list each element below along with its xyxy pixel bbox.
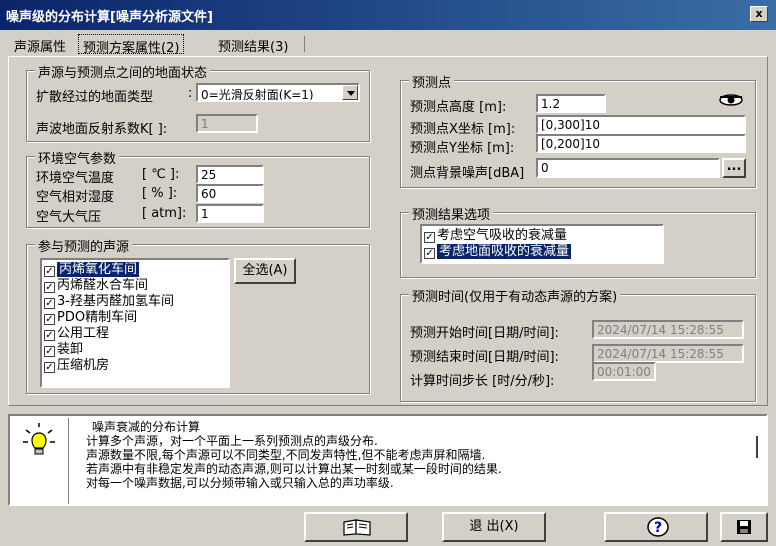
pressure-label: 空气大气压 xyxy=(36,210,102,225)
sources-list[interactable]: ✓ 丙烯氧化车间 ✓ 丙烯醛水合车间 ✓ 3-羟基丙醛加氢车间 ✓ PDO精制车间 ✓ 公… xyxy=(40,258,230,388)
title-bar: 噪声级的分布计算[噪声分析源文件] x xyxy=(0,0,776,30)
end-time-label: 预测结束时间[日期/时间]: xyxy=(410,350,559,365)
point-height-label: 预测点高度 [m]: xyxy=(410,100,507,115)
humidity-unit: [ % ]: xyxy=(142,186,178,201)
background-noise-label: 测点背景噪声[dBA] xyxy=(410,166,525,181)
list-item[interactable]: ✓ 考虑空气吸收的衰减量 xyxy=(422,228,662,244)
checkbox-icon[interactable]: ✓ xyxy=(44,266,55,277)
time-group-title: 预测时间(仅用于有动态声源的方案) xyxy=(409,286,621,305)
ground-group-title: 声源与预测点之间的地面状态 xyxy=(35,62,211,81)
air-group-title: 环境空气参数 xyxy=(35,148,120,167)
select-all-button[interactable]: 全选(A) xyxy=(234,258,296,284)
info-panel: 噪声衰减的分布计算 计算多个声源，对一个平面上一系列预测点的声级分布. 声源数量… xyxy=(8,414,768,506)
ground-type-value: 0=光滑反射面(K=1) xyxy=(201,88,314,102)
start-time-label: 预测开始时间[日期/时间]: xyxy=(410,326,559,341)
checkbox-icon[interactable]: ✓ xyxy=(44,346,55,357)
temp-label: 环境空气温度 xyxy=(36,171,115,186)
info-line: 对每一个噪声数据,可以分频带输入或只输入总的声功率级. xyxy=(86,476,394,490)
checkbox-icon[interactable]: ✓ xyxy=(44,282,55,293)
reflection-k-label: 声波地面反射系数K[ ]: xyxy=(36,122,168,137)
list-item[interactable]: ✓ 考虑地面吸收的衰减量 xyxy=(422,244,662,260)
point-y-label: 预测点Y坐标 [m]: xyxy=(410,141,515,156)
temp-unit: [ ℃ ]: xyxy=(142,167,180,182)
time-step-field[interactable]: 00:01:00 xyxy=(592,362,656,381)
info-divider xyxy=(68,418,69,504)
checkbox-icon[interactable]: ✓ xyxy=(44,362,55,373)
list-item[interactable]: ✓ 丙烯氧化车间 xyxy=(42,262,228,278)
ground-type-colon: : xyxy=(188,86,193,101)
more-button[interactable]: ... xyxy=(722,158,746,178)
ground-type-label: 扩散经过的地面类型 xyxy=(36,90,154,105)
checkbox-icon[interactable]: ✓ xyxy=(424,232,435,243)
close-button[interactable]: x xyxy=(750,6,768,22)
ground-type-select[interactable]: 0=光滑反射面(K=1) xyxy=(196,83,360,102)
options-group-title: 预测结果选项 xyxy=(409,204,494,223)
tab-scheme-properties[interactable]: 预测方案属性(2) xyxy=(78,34,185,56)
point-height-field[interactable]: 1.2 xyxy=(536,94,606,113)
checkbox-icon[interactable]: ✓ xyxy=(424,248,435,259)
list-item[interactable]: ✓ 3-羟基丙醛加氢车间 xyxy=(42,294,228,310)
list-item[interactable]: ✓ 丙烯醛水合车间 xyxy=(42,278,228,294)
tab-separator xyxy=(304,36,305,52)
pressure-field[interactable]: 1 xyxy=(196,204,264,223)
checkbox-icon[interactable]: ✓ xyxy=(44,314,55,325)
pressure-unit: [ atm]: xyxy=(142,206,187,221)
book-icon xyxy=(342,518,372,540)
point-y-field[interactable]: [0,200]10 xyxy=(536,134,746,153)
list-item[interactable]: ✓ 压缩机房 xyxy=(42,358,228,374)
point-x-label: 预测点X坐标 [m]: xyxy=(410,122,516,137)
lightbulb-icon xyxy=(22,422,56,458)
reflection-k-field[interactable]: 1 xyxy=(196,114,258,133)
bottom-toolbar: 退 出(X) ? xyxy=(0,508,776,546)
save-icon xyxy=(736,519,752,539)
point-x-field[interactable]: [0,300]10 xyxy=(536,115,746,134)
list-item[interactable]: ✓ 装卸 xyxy=(42,342,228,358)
window-title: 噪声级的分布计算[噪声分析源文件] xyxy=(6,10,213,25)
save-button[interactable] xyxy=(720,512,768,542)
sources-group-title: 参与预测的声源 xyxy=(35,236,133,255)
list-item[interactable]: ✓ 公用工程 xyxy=(42,326,228,342)
options-list[interactable]: ✓ 考虑空气吸收的衰减量 ✓ 考虑地面吸收的衰减量 xyxy=(420,224,664,264)
list-item[interactable]: ✓ PDO精制车间 xyxy=(42,310,228,326)
humidity-label: 空气相对湿度 xyxy=(36,190,115,205)
exit-button[interactable]: 退 出(X) xyxy=(442,512,546,542)
humidity-field[interactable]: 60 xyxy=(196,184,264,203)
tab-source-properties[interactable]: 声源属性 xyxy=(10,34,70,55)
svg-text:?: ? xyxy=(654,520,662,536)
help-button[interactable]: ? xyxy=(604,512,708,542)
book-button[interactable] xyxy=(304,512,408,542)
start-time-field[interactable]: 2024/07/14 15:28:55 xyxy=(592,320,744,339)
checkbox-icon[interactable]: ✓ xyxy=(44,330,55,341)
time-step-label: 计算时间步长 [时/分/秒]: xyxy=(410,374,555,389)
tab-prediction-results[interactable]: 预测结果(3) xyxy=(214,34,292,55)
temp-field[interactable]: 25 xyxy=(196,165,264,184)
points-group-title: 预测点 xyxy=(409,72,455,91)
help-icon: ? xyxy=(646,516,670,542)
scroll-thumb[interactable] xyxy=(756,436,758,458)
checkbox-icon[interactable]: ✓ xyxy=(44,298,55,309)
end-time-field[interactable]: 2024/07/14 15:28:55 xyxy=(592,344,744,363)
chevron-down-icon[interactable] xyxy=(342,85,358,100)
eye-icon[interactable] xyxy=(718,92,746,108)
background-noise-field[interactable]: 0 xyxy=(536,158,720,178)
